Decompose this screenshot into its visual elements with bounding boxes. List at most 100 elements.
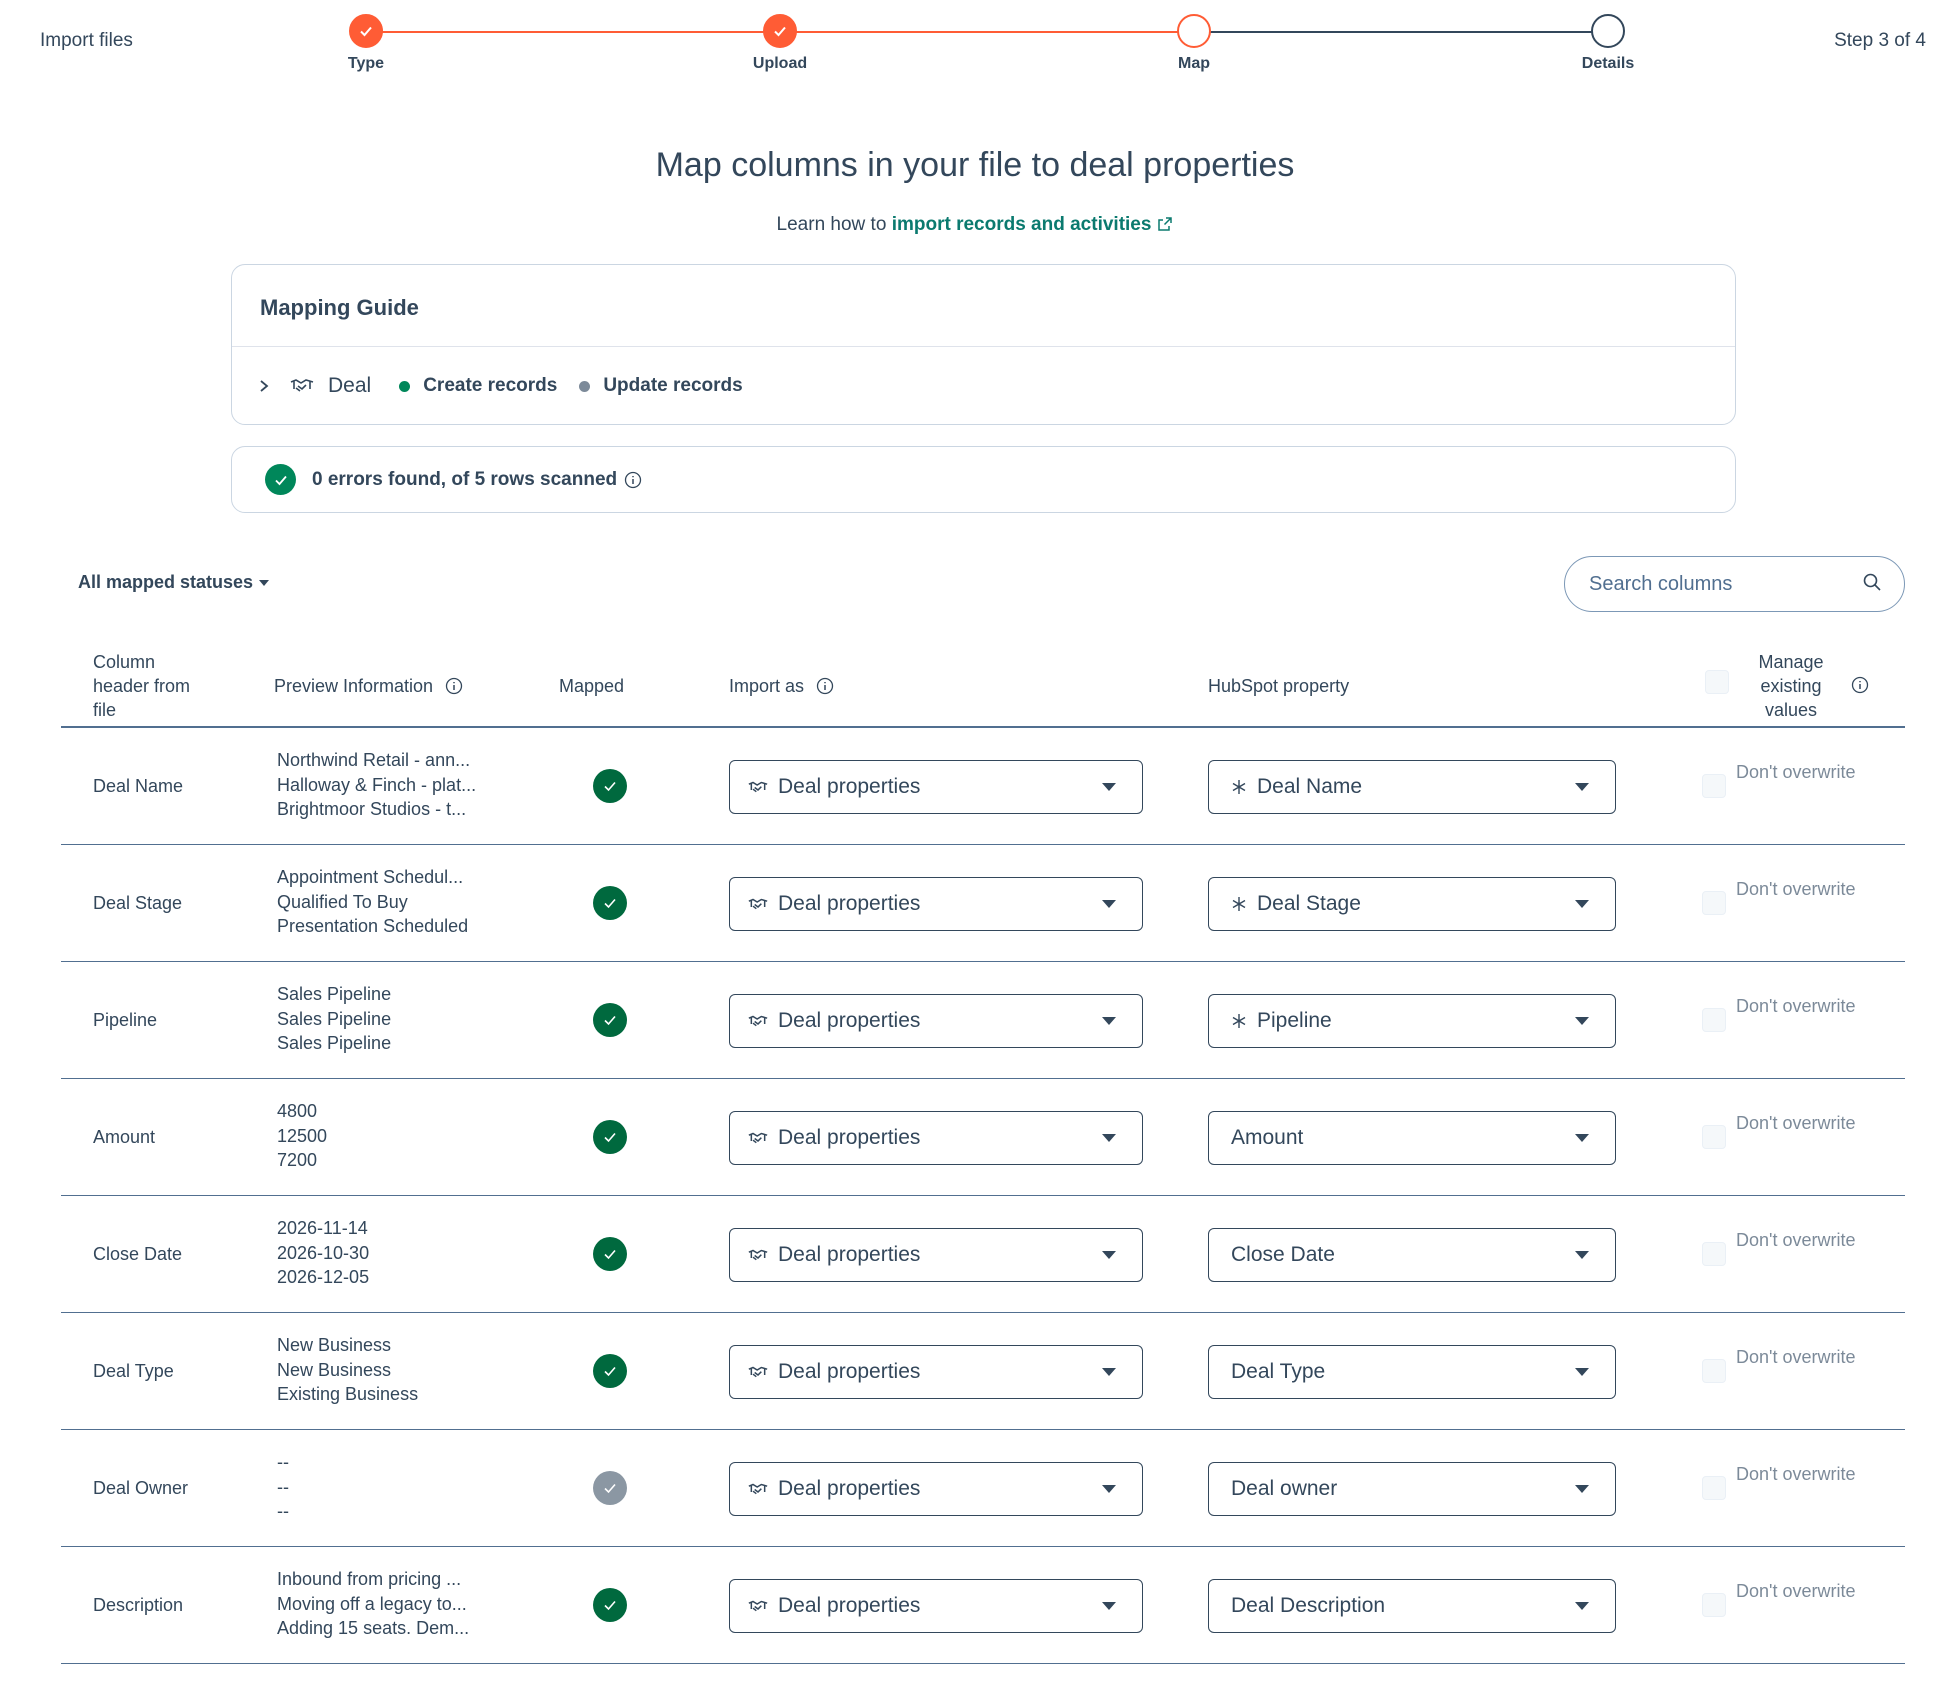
select-all-checkbox[interactable]: [1705, 670, 1729, 694]
import-help-link-label: import records and activities: [891, 214, 1152, 235]
import-as-select[interactable]: Deal properties: [729, 1462, 1143, 1516]
mapped-status-cell: [593, 886, 627, 920]
dropdown-caret-icon: [1102, 1602, 1116, 1610]
search-icon[interactable]: [1862, 572, 1882, 597]
create-records-dot-icon: [399, 380, 411, 392]
search-columns-box[interactable]: [1564, 556, 1905, 612]
info-icon[interactable]: [816, 677, 834, 695]
overwrite-label: Don't overwrite: [1736, 879, 1856, 899]
preview-value: Presentation Scheduled: [277, 916, 469, 936]
hubspot-property-select[interactable]: Pipeline: [1208, 994, 1616, 1048]
search-columns-input[interactable]: [1587, 571, 1862, 597]
info-icon[interactable]: [1851, 676, 1869, 699]
header-import-as: Import as: [729, 676, 834, 697]
scan-result-text: 0 errors found, of 5 rows scanned: [312, 468, 618, 490]
overwrite-checkbox[interactable]: [1702, 774, 1726, 798]
external-link-icon: [1157, 216, 1173, 238]
overwrite-label: Don't overwrite: [1736, 762, 1856, 782]
preview-value: Qualified To Buy: [277, 891, 408, 912]
import-as-select[interactable]: Deal properties: [729, 1345, 1143, 1399]
preview-value: --: [277, 1476, 289, 1497]
preview-value: 4800: [277, 1101, 318, 1121]
success-check-icon: [265, 464, 296, 495]
dropdown-caret-icon: [1575, 900, 1589, 908]
dropdown-caret-icon: [1102, 783, 1116, 791]
import-as-select[interactable]: Deal properties: [729, 994, 1143, 1048]
info-icon[interactable]: [445, 677, 463, 695]
deal-handshake-icon: [748, 1482, 768, 1497]
info-icon[interactable]: [624, 471, 642, 489]
overwrite-checkbox[interactable]: [1702, 1242, 1726, 1266]
table-body: Deal Name Northwind Retail - ann... Hall…: [61, 728, 1905, 1664]
required-asterisk-icon: [1231, 779, 1247, 795]
import-as-select[interactable]: Deal properties: [729, 1579, 1143, 1633]
hubspot-property-select[interactable]: Deal Name: [1208, 760, 1616, 814]
overwrite-label: Don't overwrite: [1736, 1230, 1856, 1250]
dropdown-caret-icon: [1102, 1251, 1116, 1259]
preview-value: Inbound from pricing ...: [277, 1569, 462, 1589]
app-title: Import files: [40, 30, 133, 51]
hubspot-property-select[interactable]: Deal Type: [1208, 1345, 1616, 1399]
required-asterisk-icon: [1231, 896, 1247, 912]
preview-cell: Sales Pipeline Sales Pipeline Sales Pipe…: [277, 982, 391, 1056]
preview-value: Moving off a legacy to...: [277, 1593, 467, 1614]
column-header-cell: Description: [93, 1595, 184, 1615]
preview-value: Halloway & Finch - plat...: [277, 774, 477, 795]
overwrite-checkbox[interactable]: [1702, 1008, 1726, 1032]
dropdown-caret-icon: [1102, 1134, 1116, 1142]
hubspot-property-select[interactable]: Amount: [1208, 1111, 1616, 1165]
chevron-right-icon[interactable]: [258, 379, 270, 393]
preview-value: Sales Pipeline: [277, 1008, 392, 1029]
header-preview-label: Preview Information: [274, 676, 434, 696]
hubspot-property-select[interactable]: Deal owner: [1208, 1462, 1616, 1516]
mapped-status-cell: [593, 1003, 627, 1037]
import-as-select[interactable]: Deal properties: [729, 760, 1143, 814]
import-as-select[interactable]: Deal properties: [729, 877, 1143, 931]
step-label: Upload: [752, 55, 808, 72]
header-import-as-label: Import as: [729, 676, 805, 696]
hubspot-property-select[interactable]: Close Date: [1208, 1228, 1616, 1282]
hubspot-property-value: Deal Name: [1257, 775, 1363, 798]
required-asterisk-icon: [1231, 1013, 1247, 1029]
preview-value: Brightmoor Studios - t...: [277, 799, 467, 819]
mapped-status-cell: [593, 1354, 627, 1388]
import-as-select[interactable]: Deal properties: [729, 1228, 1143, 1282]
import-as-value: Deal properties: [778, 775, 921, 798]
column-header-cell: Amount: [93, 1127, 156, 1147]
caret-down-icon: [259, 580, 270, 586]
overwrite-checkbox[interactable]: [1702, 1359, 1726, 1383]
import-help-link[interactable]: import records and activities: [892, 214, 1174, 235]
step-label: Map: [1178, 55, 1210, 72]
mapping-guide-row[interactable]: Deal Create records Update records: [232, 347, 1735, 425]
overwrite-checkbox[interactable]: [1702, 1125, 1726, 1149]
import-as-value: Deal properties: [778, 892, 921, 915]
overwrite-checkbox[interactable]: [1702, 891, 1726, 915]
mapped-check-icon: [593, 769, 627, 803]
deal-handshake-icon: [748, 1248, 768, 1263]
dropdown-caret-icon: [1575, 1368, 1589, 1376]
mapped-check-icon: [593, 1354, 627, 1388]
dropdown-caret-icon: [1575, 783, 1589, 791]
deal-handshake-icon: [748, 1131, 768, 1146]
preview-value: Appointment Schedul...: [277, 867, 464, 887]
preview-cell: Northwind Retail - ann... Halloway & Fin…: [277, 748, 476, 822]
mapped-check-icon: [593, 886, 627, 920]
column-header-cell: Deal Type: [93, 1361, 174, 1381]
mapped-status-filter[interactable]: All mapped statuses: [78, 572, 270, 593]
overwrite-checkbox[interactable]: [1702, 1476, 1726, 1500]
hubspot-property-select[interactable]: Deal Description: [1208, 1579, 1616, 1633]
hubspot-property-select[interactable]: Deal Stage: [1208, 877, 1616, 931]
step-complete-icon: [349, 14, 383, 48]
dropdown-caret-icon: [1102, 1017, 1116, 1025]
overwrite-label: Don't overwrite: [1736, 1464, 1856, 1484]
learn-more-line: Learn how to import records and activiti…: [0, 214, 1950, 238]
table-row: Amount 4800 12500 7200 Deal properties A…: [61, 1079, 1905, 1196]
stepper: Type Upload Map Details: [348, 14, 1634, 84]
import-as-select[interactable]: Deal properties: [729, 1111, 1143, 1165]
mapped-status-cell: [593, 769, 627, 803]
overwrite-checkbox[interactable]: [1702, 1593, 1726, 1617]
preview-value: --: [277, 1501, 289, 1521]
preview-cell: -- -- --: [277, 1450, 289, 1524]
dropdown-caret-icon: [1102, 1485, 1116, 1493]
learn-prefix: Learn how to: [776, 214, 887, 235]
